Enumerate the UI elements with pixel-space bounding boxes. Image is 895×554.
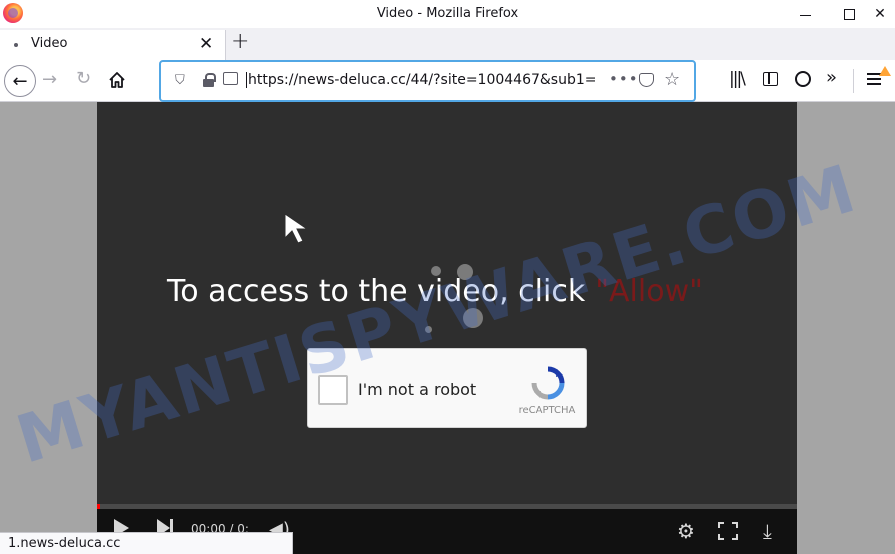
permissions-icon[interactable] [223, 72, 238, 85]
tab-label: Video [31, 36, 68, 51]
headline-text: To access to the video, click [167, 274, 586, 309]
video-player[interactable]: To access to the video, click "Allow" I'm… [97, 102, 797, 554]
captcha-checkbox[interactable] [318, 375, 348, 405]
forward-button[interactable]: → [42, 69, 57, 90]
new-tab-button[interactable]: + [231, 30, 249, 54]
back-button[interactable]: ← [4, 65, 36, 97]
reload-button[interactable]: ↻ [76, 68, 91, 89]
tab-video[interactable]: Video ✕ [0, 30, 226, 60]
captcha-brand: reCAPTCHA [518, 405, 576, 416]
maximize-icon [843, 8, 855, 20]
url-bar[interactable]: ⛉ https://news-deluca.cc/44/?site=100446… [159, 60, 696, 102]
navigation-bar: ← → ↻ ⛉ https://news-deluca.cc/44/?site=… [0, 60, 895, 102]
reload-icon: ↻ [76, 68, 92, 89]
headline-allow-text: "Allow" [595, 274, 703, 309]
pocket-icon[interactable] [639, 73, 654, 87]
arrow-left-icon: ← [12, 70, 28, 92]
warning-icon [879, 66, 891, 76]
captcha-label: I'm not a robot [358, 380, 477, 399]
sidebar-icon[interactable] [763, 72, 778, 86]
page-actions-icon[interactable]: ••• [609, 70, 639, 88]
tab-strip: Video ✕ + [0, 28, 895, 60]
tab-close-icon[interactable]: ✕ [199, 34, 213, 54]
minimize-button[interactable] [787, 0, 823, 28]
tab-loading-icon [14, 43, 18, 47]
library-icon[interactable]: |||\ [729, 69, 746, 89]
cursor-arrow-icon [284, 213, 309, 244]
account-icon[interactable] [795, 71, 811, 87]
more-tools-icon[interactable]: » [826, 67, 837, 88]
home-icon[interactable] [108, 71, 126, 89]
captcha-widget[interactable]: I'm not a robot reCAPTCHA [307, 348, 587, 428]
recaptcha-logo-icon [531, 366, 565, 400]
toolbar-divider [853, 69, 854, 93]
minimize-icon [799, 14, 811, 16]
url-input[interactable]: https://news-deluca.cc/44/?site=1004467&… [246, 72, 604, 88]
lock-icon[interactable] [203, 73, 216, 87]
close-icon: ✕ [874, 6, 886, 22]
bookmark-star-icon[interactable]: ☆ [664, 69, 680, 90]
arrow-right-icon: → [42, 69, 58, 90]
page-content: To access to the video, click "Allow" I'm… [0, 102, 895, 554]
tracking-shield-icon[interactable]: ⛉ [175, 73, 185, 88]
title-bar: Video - Mozilla Firefox ✕ [0, 0, 895, 28]
close-window-button[interactable]: ✕ [862, 0, 895, 28]
page-headline: To access to the video, click "Allow" [167, 274, 703, 309]
window-title: Video - Mozilla Firefox [376, 6, 519, 21]
download-icon[interactable]: ⤓ [763, 519, 772, 543]
status-bar-link: 1.news-deluca.cc [0, 532, 293, 554]
gear-icon[interactable]: ⚙ [677, 519, 695, 543]
fullscreen-icon[interactable] [718, 522, 738, 540]
